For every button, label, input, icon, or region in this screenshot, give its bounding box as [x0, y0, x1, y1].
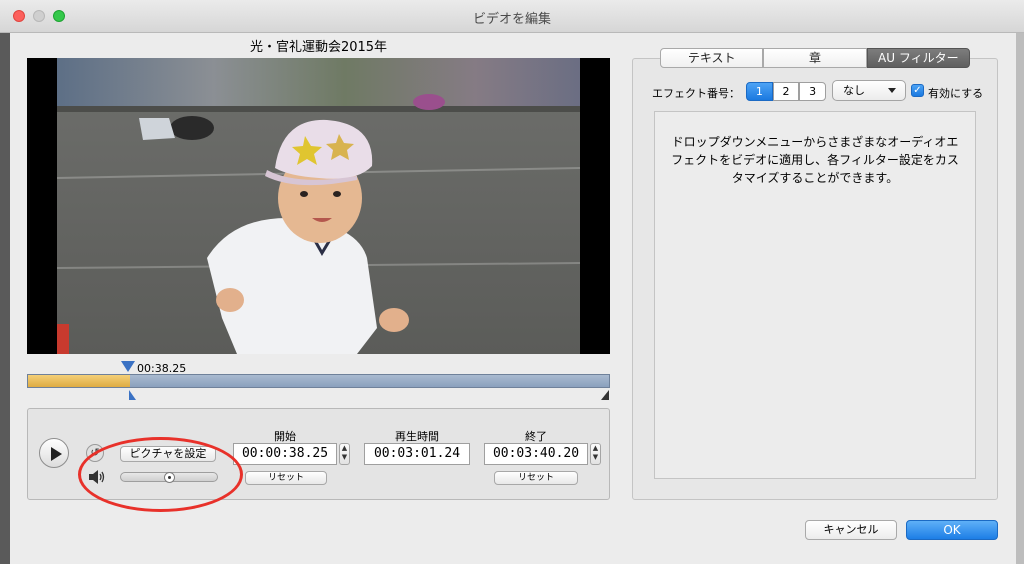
playhead-marker[interactable] [121, 361, 135, 372]
trim-start-handle[interactable] [129, 390, 136, 400]
tab-text[interactable]: テキスト [660, 48, 764, 68]
start-time-stepper[interactable]: ▲ ▼ [339, 443, 350, 465]
tab-chapters[interactable]: 章 [763, 48, 867, 68]
effect-number-3[interactable]: 3 [799, 82, 827, 101]
title-bar: ビデオを編集 [0, 0, 1024, 33]
effect-select-value: なし [843, 84, 865, 97]
timeline-scrubber[interactable] [27, 374, 610, 388]
start-reset-button[interactable]: リセット [245, 471, 327, 485]
trim-end-handle[interactable] [601, 390, 609, 400]
effect-number-2[interactable]: 2 [772, 82, 800, 101]
play-icon [51, 447, 62, 461]
panel-tabs: テキスト 章 AU フィルター [660, 48, 970, 68]
effect-number-selector: 1 2 3 [746, 82, 827, 101]
effect-select[interactable]: なし [832, 80, 906, 101]
timeline-played-region [28, 375, 130, 387]
edit-video-window: ビデオを編集 光・官礼運動会2015年 00:38.25 ↺ ピクチャを設定 開… [0, 0, 1024, 564]
background-left-strip [0, 32, 10, 564]
enable-checkbox-label[interactable]: 有効にする [928, 85, 983, 101]
end-time-stepper[interactable]: ▲ ▼ [590, 443, 601, 465]
video-title: 光・官礼運動会2015年 [249, 40, 388, 55]
effect-number-1[interactable]: 1 [746, 82, 773, 101]
effect-description-text: ドロップダウンメニューからさまざまなオーディオエフェクトをビデオに適用し、各フィ… [671, 135, 959, 185]
effect-number-label: エフェクト番号： [652, 87, 740, 100]
play-button[interactable] [39, 438, 69, 468]
enable-checkbox[interactable]: ✓ [911, 84, 924, 97]
end-time-field[interactable]: 00:03:40.20 [484, 443, 588, 465]
cancel-button[interactable]: キャンセル [805, 520, 897, 540]
end-reset-button[interactable]: リセット [494, 471, 578, 485]
duration-label: 再生時間 [395, 430, 439, 443]
tab-au-filter[interactable]: AU フィルター [866, 48, 970, 68]
video-preview[interactable] [27, 58, 610, 354]
window-title: ビデオを編集 [472, 12, 551, 27]
background-right-strip [1016, 32, 1024, 564]
ok-button[interactable]: OK [906, 520, 998, 540]
chevron-down-icon [888, 88, 896, 93]
end-label: 終了 [525, 430, 547, 443]
duration-field: 00:03:01.24 [364, 443, 470, 465]
start-label: 開始 [274, 430, 296, 443]
start-time-field[interactable]: 00:00:38.25 [233, 443, 337, 465]
annotation-ellipse [78, 437, 243, 512]
video-frame-image [57, 58, 580, 354]
